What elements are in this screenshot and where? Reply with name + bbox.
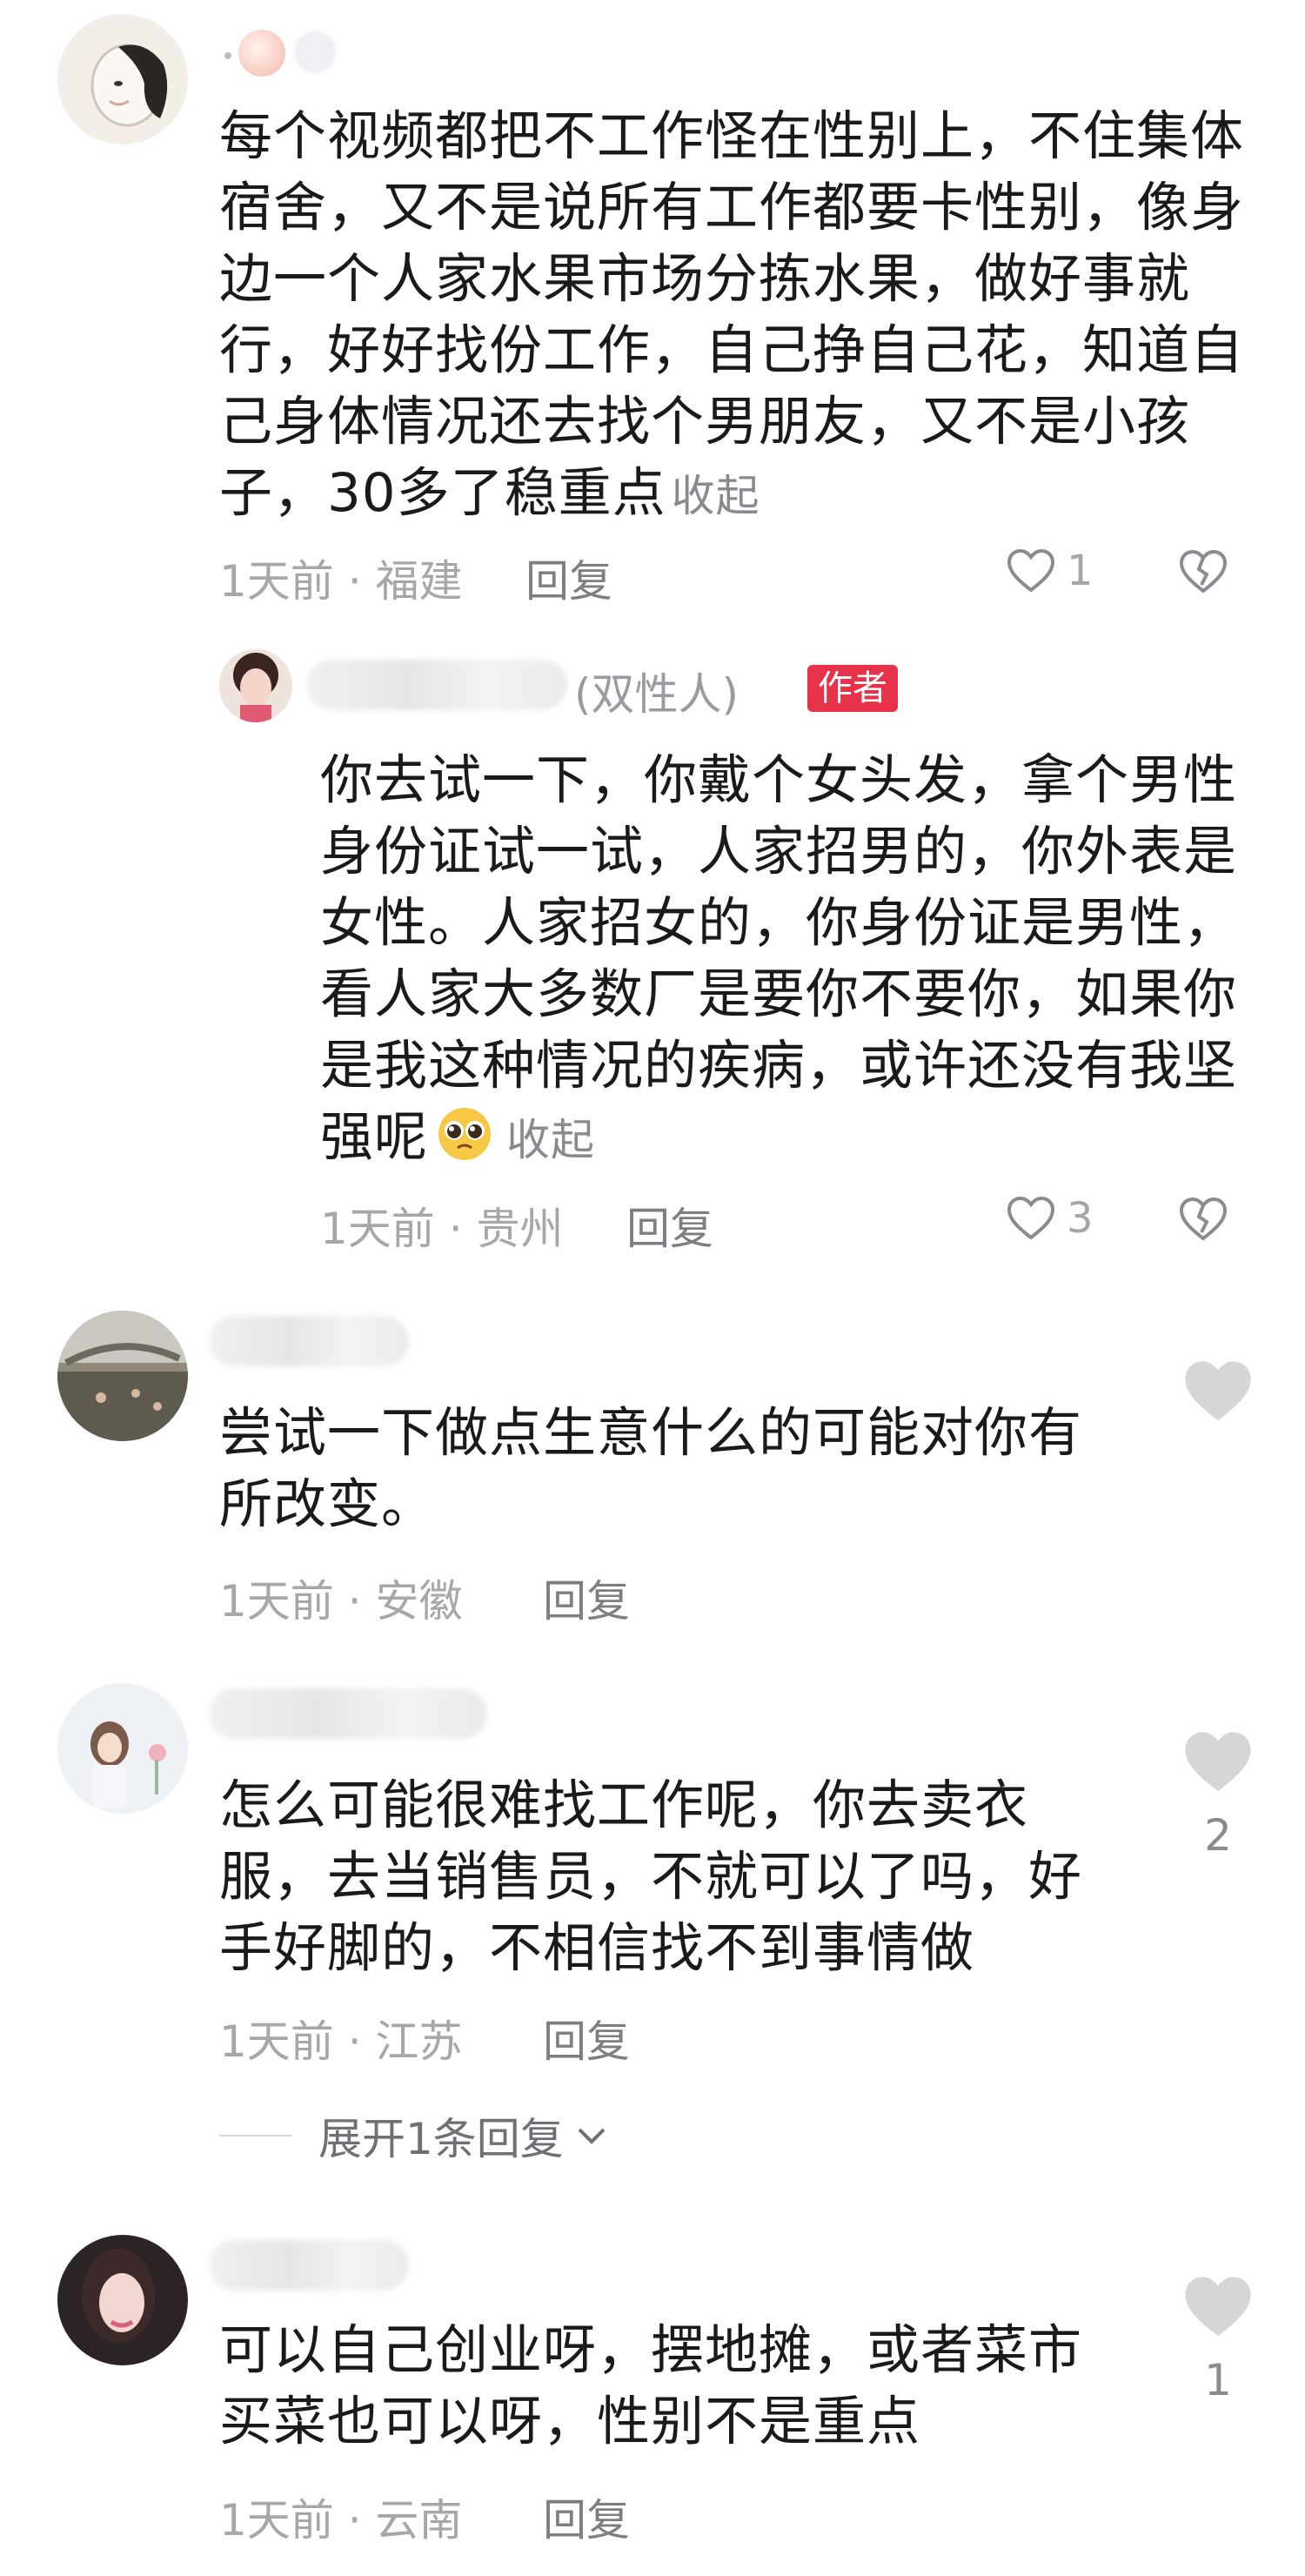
like-button[interactable] <box>1179 1358 1257 1429</box>
username-blurred[interactable] <box>224 19 355 80</box>
avatar-photo <box>57 2235 188 2365</box>
gender-label: (双性人) <box>574 669 740 720</box>
broken-heart-icon <box>1179 1197 1228 1241</box>
comment-meta: 1天前 · 安徽 <box>219 1576 463 1627</box>
reply-button[interactable]: 回复 <box>543 2485 630 2548</box>
collapse-link[interactable]: 收起 <box>506 1115 595 1165</box>
username-blurred[interactable] <box>209 1316 409 1366</box>
avatar-photo <box>219 649 292 722</box>
comment-text: 尝试一下做点生意什么的可能对你有 所改变。 <box>219 1402 1083 1535</box>
divider <box>219 2135 292 2137</box>
comment-meta: 1天前 · 江苏 <box>219 2016 463 2067</box>
like-button[interactable] <box>1179 2273 1257 2345</box>
reply-text: 你去试一下，你戴个女头发，拿个男性 身份证试一试，人家招男的，你外表是 女性。人… <box>320 745 1277 1180</box>
like-count: 2 <box>1204 1810 1232 1861</box>
username-blurred[interactable] <box>209 2240 409 2291</box>
expand-replies-label: 展开1条回复 <box>318 2114 564 2164</box>
reply-meta: 1天前 · 贵州 <box>320 1204 564 1254</box>
comment-text: 可以自己创业呀，摆地摊，或者菜市 买菜也可以呀，性别不是重点 <box>219 2319 1083 2452</box>
avatar-illustration <box>57 14 188 144</box>
heart-filled-icon <box>1185 1732 1251 1792</box>
heart-filled-icon <box>1185 2277 1251 2337</box>
like-button[interactable] <box>1179 1728 1257 1800</box>
author-badge: 作者 <box>807 665 898 712</box>
collapse-link[interactable]: 收起 <box>672 471 760 521</box>
avatar[interactable] <box>57 14 188 144</box>
avatar-illustration <box>57 1683 188 1814</box>
comment-meta: 1天前 · 云南 <box>219 2495 463 2546</box>
avatar-photo <box>57 1311 188 1441</box>
like-button[interactable]: 3 <box>1006 1194 1094 1243</box>
dislike-button[interactable] <box>1178 1196 1228 1246</box>
reply-button[interactable]: 回复 <box>525 547 612 609</box>
reply-button[interactable]: 回复 <box>626 1194 713 1257</box>
reply-button[interactable]: 回复 <box>543 1566 630 1629</box>
heart-filled-icon <box>1185 1361 1251 1421</box>
comment-text: 怎么可能很难找工作呢，你去卖衣 服，去当销售员，不就可以了吗，好 手好脚的，不相… <box>219 1774 1083 1979</box>
avatar[interactable] <box>57 2235 188 2365</box>
like-count: 3 <box>1067 1194 1094 1243</box>
broken-heart-icon <box>1179 549 1228 594</box>
username-blurred[interactable] <box>209 1688 487 1739</box>
comment-text: 每个视频都把不工作怪在性别上，不住集体 宿舍，又不是说所有工作都要卡性别，像身 … <box>219 105 1245 524</box>
dislike-button[interactable] <box>1178 548 1228 599</box>
username-blurred[interactable] <box>306 660 567 710</box>
reply-button[interactable]: 回复 <box>543 2007 630 2070</box>
avatar[interactable] <box>219 649 292 722</box>
chevron-down-icon <box>578 2128 606 2144</box>
like-count: 1 <box>1204 2355 1232 2405</box>
pleading-face-emoji <box>433 1106 496 1180</box>
heart-outline-icon <box>1007 1196 1055 1240</box>
like-button[interactable]: 1 <box>1006 547 1094 595</box>
like-count: 1 <box>1067 547 1094 595</box>
avatar[interactable] <box>57 1311 188 1441</box>
expand-replies-button[interactable]: 展开1条回复 <box>219 2104 611 2167</box>
avatar[interactable] <box>57 1683 188 1814</box>
heart-outline-icon <box>1007 548 1055 593</box>
comment-meta: 1天前 · 福建 <box>219 556 463 607</box>
